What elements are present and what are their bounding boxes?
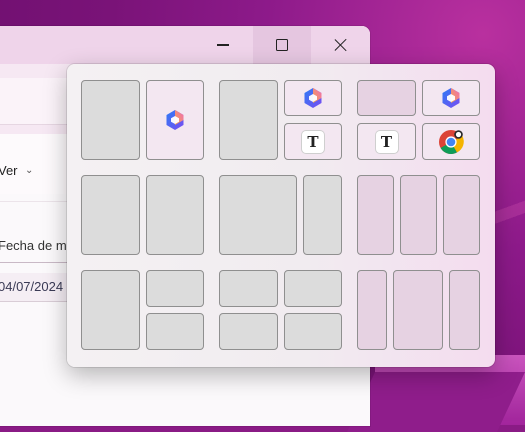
- snap-layouts-flyout: T T: [67, 64, 495, 367]
- close-button[interactable]: [313, 26, 369, 64]
- wallpaper-accent-dark: [347, 372, 525, 432]
- snap-zone[interactable]: [146, 175, 204, 255]
- copilot-icon: [166, 110, 184, 130]
- snap-zone-copilot[interactable]: [422, 80, 480, 116]
- snap-zone[interactable]: [219, 80, 278, 160]
- snap-zone[interactable]: [449, 270, 480, 350]
- snap-zone-text-app[interactable]: T: [357, 123, 416, 160]
- snap-zone[interactable]: [303, 175, 342, 255]
- minimize-icon: [217, 44, 229, 46]
- snap-zone[interactable]: [393, 270, 443, 350]
- column-header-date-modified[interactable]: Fecha de m: [0, 238, 67, 253]
- snap-zone[interactable]: [81, 175, 140, 255]
- snap-zone[interactable]: [284, 313, 342, 350]
- copilot-icon: [442, 88, 460, 108]
- snap-zone-copilot[interactable]: [146, 80, 204, 160]
- snap-zone[interactable]: [81, 270, 140, 350]
- text-app-icon: T: [302, 130, 324, 153]
- address-bar[interactable]: [0, 78, 75, 125]
- snap-zone-copilot[interactable]: [284, 80, 342, 116]
- text-app-icon: T: [375, 130, 398, 153]
- close-icon: [334, 38, 348, 52]
- chevron-down-icon: ⌄: [25, 165, 34, 176]
- snap-zone-text-app[interactable]: T: [284, 123, 342, 160]
- snap-zone[interactable]: [146, 313, 204, 350]
- maximize-icon: [276, 39, 288, 51]
- snap-zone-chrome[interactable]: [422, 123, 480, 160]
- snap-zone[interactable]: [146, 270, 204, 307]
- table-cell-date: 04/07/2024: [0, 279, 64, 294]
- snap-zone[interactable]: [219, 313, 278, 350]
- snap-zone[interactable]: [357, 175, 394, 255]
- view-menu[interactable]: Ver: [0, 163, 18, 178]
- snap-zone[interactable]: [81, 80, 140, 160]
- snap-zone[interactable]: [219, 270, 278, 307]
- chrome-icon: [439, 129, 464, 154]
- minimize-button[interactable]: [200, 26, 246, 64]
- snap-zone[interactable]: [219, 175, 297, 255]
- snap-zone[interactable]: [357, 80, 416, 116]
- snap-zone[interactable]: [443, 175, 480, 255]
- snap-zone[interactable]: [400, 175, 437, 255]
- snap-zone[interactable]: [284, 270, 342, 307]
- copilot-icon: [304, 88, 322, 108]
- snap-zone[interactable]: [357, 270, 387, 350]
- maximize-button[interactable]: [253, 26, 311, 64]
